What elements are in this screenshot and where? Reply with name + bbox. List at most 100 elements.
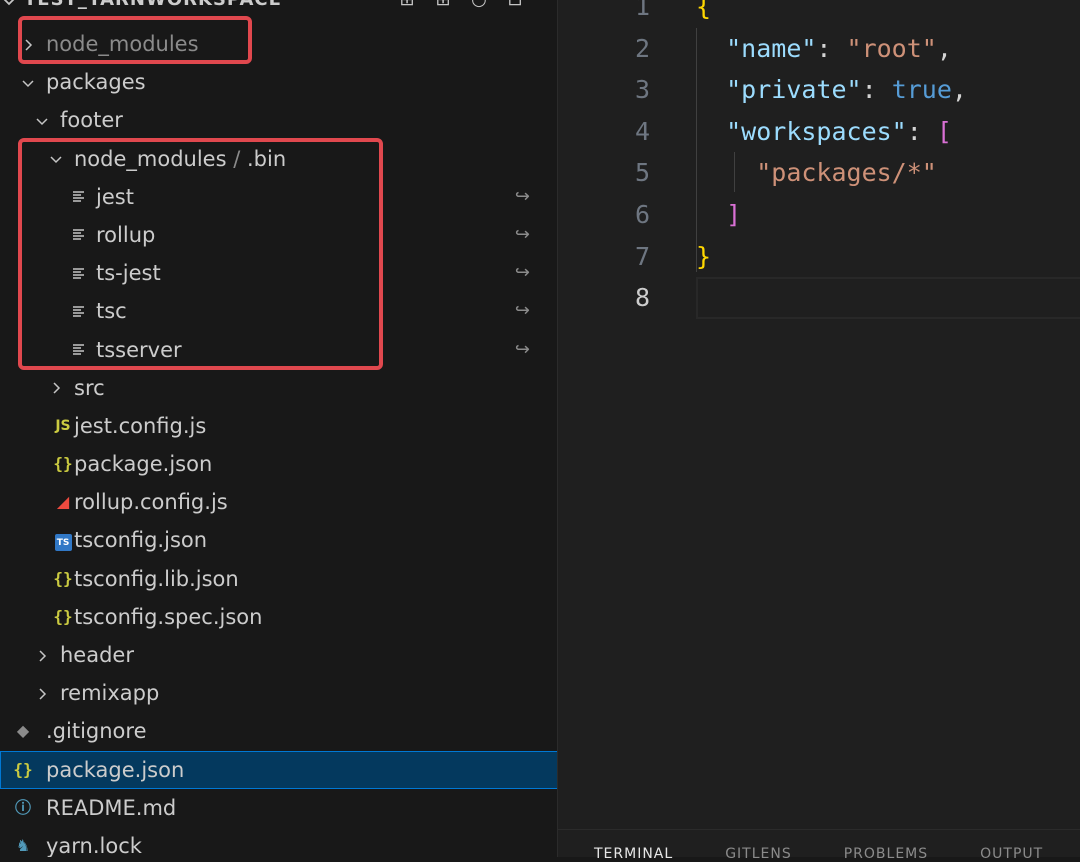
tree-item-label: .gitignore <box>46 719 147 744</box>
tree-folder-row[interactable]: node_modules <box>0 25 558 63</box>
javascript-icon: JS <box>55 417 71 434</box>
tree-file-row[interactable]: ◢ rollup.config.js <box>0 483 558 521</box>
tree-file-row[interactable]: jest ↪ <box>0 178 558 216</box>
line-number: 2 <box>634 33 650 63</box>
code-token: "workspaces" <box>726 116 907 146</box>
tree-item-label: tsconfig.spec.json <box>74 604 263 629</box>
code-token: "private" <box>726 75 862 105</box>
compact-folder-suffix[interactable]: .bin <box>247 147 286 171</box>
tree-item-label: tsserver <box>96 337 182 362</box>
refresh-icon[interactable]: ○ <box>468 0 490 12</box>
code-line[interactable]: "workspaces": [ <box>696 111 967 153</box>
code-token: : <box>861 75 892 105</box>
chevron-down-icon[interactable] <box>34 101 50 139</box>
explorer-sidebar: TEST_YARNWORKSPACE ⊞ ⊞ ○ ⊟ node_modulespack… <box>0 0 558 857</box>
code-line[interactable] <box>696 277 967 319</box>
symlink-icon: ↪ <box>514 300 530 322</box>
workspace-title: TEST_YARNWORKSPACE <box>24 0 282 12</box>
tree-file-row[interactable]: tsc ↪ <box>0 292 558 330</box>
chevron-right-icon[interactable] <box>48 369 64 407</box>
rollup-icon: ◢ <box>56 492 70 512</box>
code-area[interactable]: { "name": "root", "private": true, "work… <box>696 0 967 319</box>
code-token: , <box>951 75 967 105</box>
chevron-right-icon[interactable] <box>20 25 36 63</box>
panel-tab-gitlens[interactable]: GITLENS <box>725 846 792 862</box>
tree-item-label: footer <box>60 108 123 133</box>
chevron-down-icon[interactable] <box>48 140 64 178</box>
tree-item-label: README.md <box>46 795 177 820</box>
tree-file-row[interactable]: {} package.json <box>0 750 558 789</box>
tree-folder-row[interactable]: remixapp <box>0 674 558 712</box>
code-token: [ <box>936 116 952 146</box>
line-number-gutter: 1 2 3 4 5 6 7 8 <box>558 0 650 319</box>
symlink-icon: ↪ <box>514 262 530 284</box>
compact-folder-separator: / <box>226 146 247 171</box>
code-line[interactable]: } <box>696 236 967 278</box>
tree-file-row[interactable]: ts-jest ↪ <box>0 254 558 292</box>
code-token: true <box>891 75 952 105</box>
new-file-icon[interactable]: ⊞ <box>396 0 418 12</box>
chevron-down-icon[interactable] <box>0 0 18 16</box>
tree-file-row[interactable]: {} package.json <box>0 445 558 483</box>
chevron-down-icon[interactable] <box>20 63 36 101</box>
code-line[interactable]: "packages/*" <box>696 152 967 194</box>
file-lines-icon <box>68 331 90 369</box>
chevron-right-icon[interactable] <box>34 636 50 674</box>
tree-folder-row[interactable]: src <box>0 369 558 407</box>
tree-file-row[interactable]: TS tsconfig.json <box>0 521 558 559</box>
file-lines-icon <box>68 216 90 254</box>
tree-item-label: tsc <box>96 299 127 324</box>
panel-tab-problems[interactable]: PROBLEMS <box>844 846 928 862</box>
chevron-right-icon[interactable] <box>34 674 50 712</box>
code-line[interactable]: "private": true, <box>696 69 967 111</box>
code-line[interactable]: { <box>696 0 967 28</box>
panel-tab-terminal[interactable]: TERMINAL <box>594 846 673 862</box>
line-number: 5 <box>634 158 650 188</box>
line-number: 4 <box>634 116 650 146</box>
tree-folder-row[interactable]: node_modules / .bin <box>0 140 558 178</box>
line-number: 1 <box>634 0 650 21</box>
tree-item-label: package.json <box>46 757 185 782</box>
tree-folder-row[interactable]: header <box>0 636 558 674</box>
line-number: 8 <box>634 283 650 313</box>
tree-file-row[interactable]: JS jest.config.js <box>0 407 558 445</box>
code-line[interactable]: ] <box>696 194 967 236</box>
symlink-icon: ↪ <box>514 185 530 207</box>
tree-item-label: node_modules <box>46 32 199 56</box>
explorer-actions: ⊞ ⊞ ○ ⊟ <box>396 0 526 12</box>
explorer-header[interactable]: TEST_YARNWORKSPACE ⊞ ⊞ ○ ⊟ <box>0 0 558 14</box>
tree-file-row[interactable]: tsserver ↪ <box>0 331 558 369</box>
tree-item-label: header <box>60 643 134 667</box>
panel-tab-output[interactable]: OUTPUT <box>980 846 1043 862</box>
tree-file-row[interactable]: {} tsconfig.lib.json <box>0 560 558 598</box>
symlink-icon: ↪ <box>514 223 530 245</box>
json-icon: {} <box>53 454 73 474</box>
panel-tab-bar: TERMINAL GITLENS PROBLEMS OUTPUT <box>594 846 1043 862</box>
git-icon: ◆ <box>16 721 30 741</box>
collapse-all-icon[interactable]: ⊟ <box>504 0 526 12</box>
code-line[interactable]: "name": "root", <box>696 28 967 70</box>
editor[interactable]: 1 2 3 4 5 6 7 8 { "name": "root", "private": tr… <box>558 0 1080 862</box>
tree-file-row[interactable]: {} tsconfig.spec.json <box>0 598 558 636</box>
tree-file-row[interactable]: ⓘ README.md <box>0 789 558 827</box>
code-token: : <box>816 33 847 63</box>
code-token: "root" <box>846 33 937 63</box>
tree-file-row[interactable]: rollup ↪ <box>0 216 558 254</box>
tree-item-label: rollup <box>96 222 156 247</box>
symlink-icon: ↪ <box>514 338 530 360</box>
tree-folder-row[interactable]: packages <box>0 63 558 101</box>
tree-file-row[interactable]: ♞ yarn.lock <box>0 827 558 857</box>
tree-item-label: jest.config.js <box>74 413 207 438</box>
tree-folder-row[interactable]: footer <box>0 101 558 139</box>
tree-item-label: rollup.config.js <box>74 490 228 515</box>
yarn-icon: ♞ <box>15 835 31 855</box>
code-token: : <box>906 116 937 146</box>
code-token: "name" <box>726 33 817 63</box>
tree-item-label: packages <box>46 70 146 95</box>
tree-file-row[interactable]: ◆ .gitignore <box>0 712 558 750</box>
new-folder-icon[interactable]: ⊞ <box>432 0 454 12</box>
line-number: 3 <box>634 75 650 105</box>
